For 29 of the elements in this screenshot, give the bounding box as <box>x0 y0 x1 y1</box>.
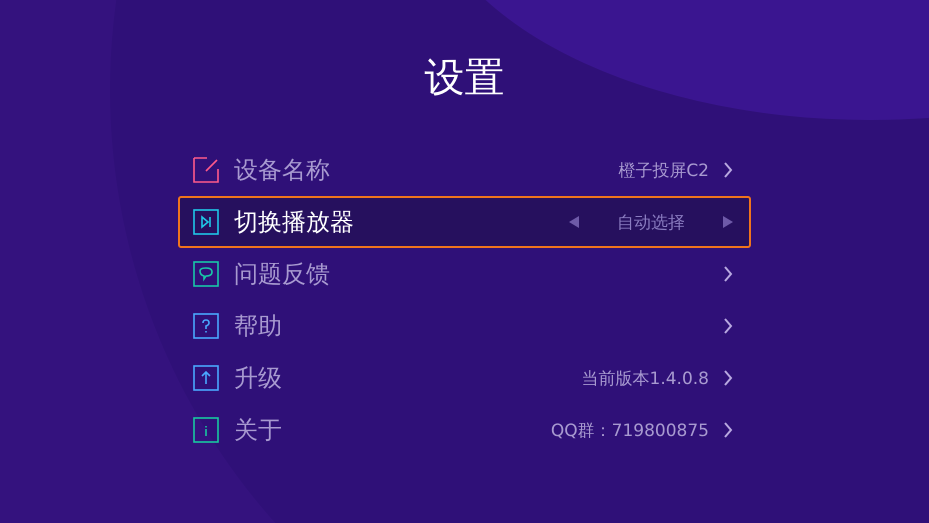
chat-bubble-icon <box>193 261 219 287</box>
settings-item[interactable]: 关于 QQ群：719800875 <box>178 404 751 456</box>
item-value: 当前版本1.4.0.8 <box>582 368 709 390</box>
chevron-right-icon <box>723 317 733 335</box>
question-icon <box>193 313 219 339</box>
page-title: 设置 <box>424 58 506 98</box>
settings-item[interactable]: 切换播放器 自动选择 <box>178 196 751 248</box>
chevron-right-icon <box>723 369 733 387</box>
left-triangle-icon[interactable] <box>569 216 579 228</box>
item-label: 切换播放器 <box>234 207 354 238</box>
item-label: 问题反馈 <box>234 259 330 290</box>
item-value: 橙子投屏C2 <box>618 160 709 182</box>
item-value: QQ群：719800875 <box>550 420 709 442</box>
edit-icon <box>193 157 219 183</box>
right-triangle-icon[interactable] <box>723 216 733 228</box>
chevron-right-icon <box>723 161 733 179</box>
chevron-right-icon <box>723 421 733 439</box>
play-next-icon <box>193 209 219 235</box>
info-icon <box>193 417 219 443</box>
settings-item[interactable]: 帮助 <box>178 300 751 352</box>
chevron-right-icon <box>723 265 733 283</box>
item-value: 自动选择 <box>616 212 686 234</box>
settings-item[interactable]: 问题反馈 <box>178 248 751 300</box>
item-label: 帮助 <box>234 311 282 342</box>
settings-item[interactable]: 升级 当前版本1.4.0.8 <box>178 352 751 404</box>
item-label: 设备名称 <box>234 155 330 186</box>
item-label: 关于 <box>234 415 282 446</box>
settings-item[interactable]: 设备名称 橙子投屏C2 <box>178 144 751 196</box>
item-label: 升级 <box>234 363 282 394</box>
